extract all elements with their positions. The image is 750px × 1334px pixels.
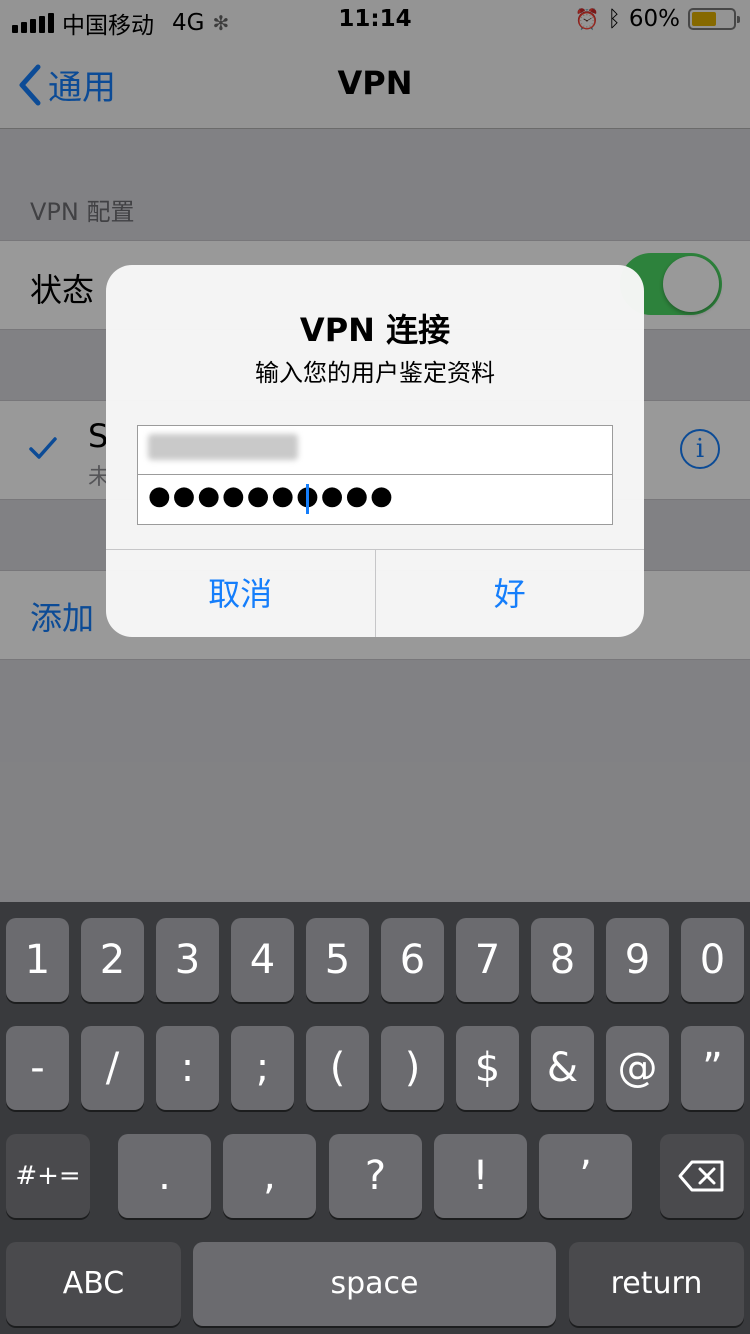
key-quote[interactable]: ” <box>681 1026 744 1110</box>
key-6[interactable]: 6 <box>381 918 444 1002</box>
key-question[interactable]: ? <box>329 1134 422 1218</box>
key-8[interactable]: 8 <box>531 918 594 1002</box>
key-more-symbols[interactable]: #+= <box>6 1134 90 1218</box>
key-period[interactable]: . <box>118 1134 211 1218</box>
space-key[interactable]: space <box>193 1242 556 1326</box>
keyboard: 1 2 3 4 5 6 7 8 9 0 - / : ; ( ) $ & @ ” … <box>0 902 750 1334</box>
key-2[interactable]: 2 <box>81 918 144 1002</box>
vpn-auth-dialog: VPN 连接 输入您的用户鉴定资料 ●●●●●●●●●● 取消 好 <box>106 265 644 637</box>
key-3[interactable]: 3 <box>156 918 219 1002</box>
key-slash[interactable]: / <box>81 1026 144 1110</box>
text-caret <box>306 484 309 514</box>
ok-button[interactable]: 好 <box>374 550 645 637</box>
key-dollar[interactable]: $ <box>456 1026 519 1110</box>
return-key[interactable]: return <box>569 1242 744 1326</box>
delete-key[interactable] <box>660 1134 744 1218</box>
password-field[interactable]: ●●●●●●●●●● <box>137 475 613 525</box>
key-1[interactable]: 1 <box>6 918 69 1002</box>
key-colon[interactable]: : <box>156 1026 219 1110</box>
key-abc[interactable]: ABC <box>6 1242 181 1326</box>
dialog-buttons: 取消 好 <box>106 549 644 637</box>
key-5[interactable]: 5 <box>306 918 369 1002</box>
key-ampersand[interactable]: & <box>531 1026 594 1110</box>
key-0[interactable]: 0 <box>681 918 744 1002</box>
redacted-username <box>148 434 298 460</box>
backspace-icon <box>678 1160 724 1192</box>
dialog-title: VPN 连接 <box>299 311 451 349</box>
password-mask: ●●●●●●●●●● <box>148 481 395 511</box>
key-4[interactable]: 4 <box>231 918 294 1002</box>
key-7[interactable]: 7 <box>456 918 519 1002</box>
key-comma[interactable]: , <box>223 1134 316 1218</box>
dialog-message: 输入您的用户鉴定资料 <box>255 359 495 387</box>
key-9[interactable]: 9 <box>606 918 669 1002</box>
key-semicolon[interactable]: ; <box>231 1026 294 1110</box>
key-exclamation[interactable]: ! <box>434 1134 527 1218</box>
key-open-paren[interactable]: ( <box>306 1026 369 1110</box>
key-close-paren[interactable]: ) <box>381 1026 444 1110</box>
cancel-button[interactable]: 取消 <box>106 550 375 637</box>
key-hyphen[interactable]: - <box>6 1026 69 1110</box>
key-apostrophe[interactable]: ’ <box>539 1134 632 1218</box>
key-at[interactable]: @ <box>606 1026 669 1110</box>
username-field[interactable] <box>137 425 613 475</box>
